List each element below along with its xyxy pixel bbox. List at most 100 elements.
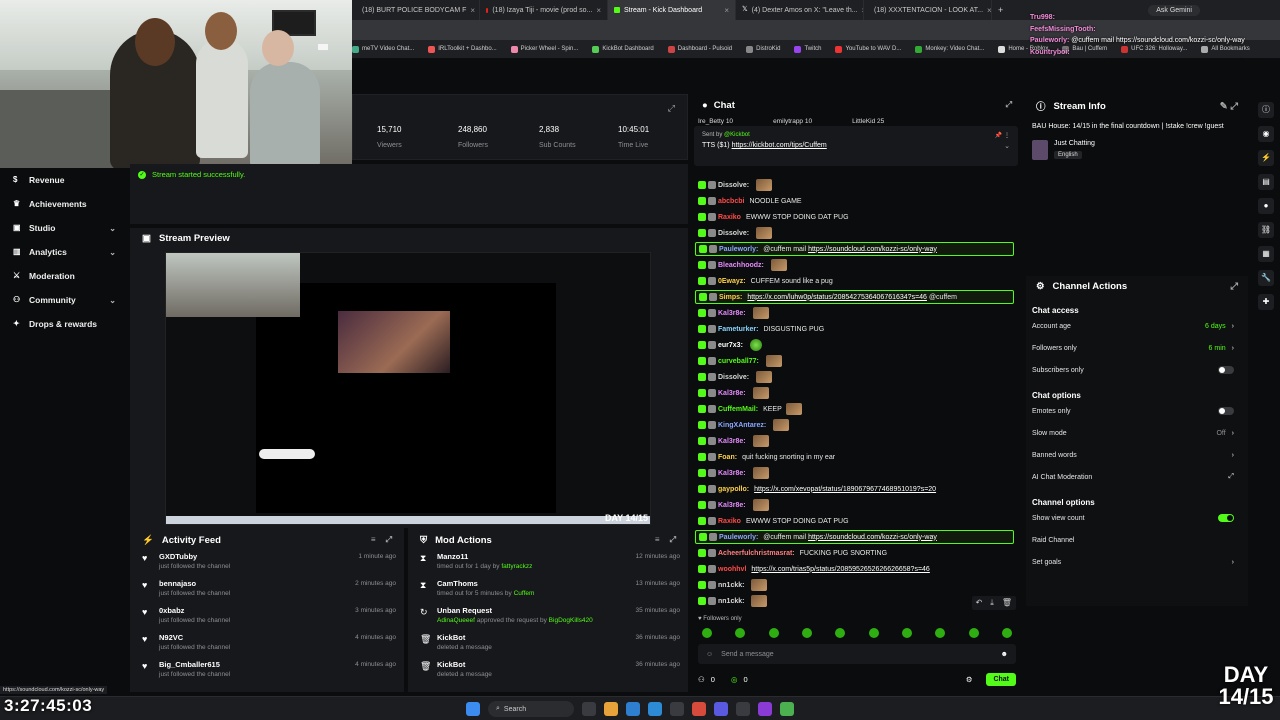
chat-icon[interactable]: ● (1258, 198, 1274, 214)
chat-username[interactable]: Kal3r8e: (718, 470, 746, 477)
chat-username[interactable]: gaypollo: (718, 486, 749, 493)
chat-message[interactable]: Dissolve: (698, 370, 1016, 384)
bookmark-item[interactable]: KickBot Dashboard (592, 45, 654, 53)
activity-username[interactable]: N92VC (159, 633, 347, 642)
popout-icon[interactable]: ⤢ (386, 535, 392, 545)
chat-message[interactable]: gaypollo: https://x.com/xevopat/status/18… (698, 482, 1016, 496)
chat-username[interactable]: Foan: (718, 454, 737, 461)
browser-tab[interactable]: (18) BURT POLICE BODYCAM F × (352, 0, 480, 20)
chat-link[interactable]: https://soundcloud.com/kozzi-sc/only-way (808, 534, 937, 541)
mod-action-target[interactable]: Manzo11 (437, 552, 628, 561)
chat-username[interactable]: nn1ckk: (718, 598, 744, 605)
chat-username[interactable]: Pauleworly: (719, 534, 758, 541)
activity-item[interactable]: ♥ N92VC just followed the channel 4 minutes… (130, 633, 404, 660)
close-icon[interactable]: × (596, 6, 601, 15)
setting-raid-channel[interactable]: Raid Channel (1026, 529, 1248, 551)
mod-action-item[interactable]: ↻ Unban Request AdinaQueeef approved the r… (408, 606, 688, 633)
activity-username[interactable]: bennajaso (159, 579, 347, 588)
chat-message[interactable]: Pauleworly: @cuffem mail https://soundclo… (695, 530, 1014, 544)
task-view-icon[interactable] (582, 702, 596, 716)
close-icon[interactable]: × (470, 6, 475, 15)
activity-username[interactable]: GXDTubby (159, 552, 350, 561)
chat-username[interactable]: 0Ewayz: (718, 278, 746, 285)
bookmark-item[interactable]: Monkey: Video Chat... (915, 45, 984, 53)
chat-username[interactable]: curveball77: (718, 358, 759, 365)
chat-message[interactable]: 0Ewayz: CUFFEM sound like a pug (698, 274, 1016, 288)
quick-emote[interactable] (801, 628, 812, 638)
chat-link[interactable]: https://x.com/xevopat/status/18906796774… (754, 486, 936, 493)
chat-message[interactable]: Foan: quit fucking snorting in my ear (698, 450, 1016, 464)
mod-action-actor[interactable]: fattyrackzz (501, 563, 532, 570)
chat-message[interactable]: Raxiko EWWW STOP DOING DAT PUG (698, 210, 1016, 224)
chat-username[interactable]: Dissolve: (718, 230, 749, 237)
smile-icon[interactable]: ☻ (1001, 651, 1008, 658)
chat-username[interactable]: abcbcbi (718, 198, 744, 205)
chat-link[interactable]: https://soundcloud.com/kozzi-sc/only-way (808, 246, 937, 253)
chat-message[interactable]: Kal3r8e: (698, 386, 1016, 400)
chat-message[interactable]: Kal3r8e: (698, 306, 1016, 320)
popout-icon[interactable]: ⤢ (670, 535, 676, 545)
edit-icon[interactable]: ✎ ⤢ (1220, 101, 1238, 112)
info-icon[interactable]: ⓘ (1258, 102, 1274, 118)
nav-item-revenue[interactable]: $ Revenue (0, 168, 130, 192)
bookmark-item[interactable]: Dashboard - Pulsoid (667, 45, 732, 53)
chat-username[interactable]: Pauleworly: (719, 246, 758, 253)
chat-username[interactable]: Simps: (719, 294, 742, 301)
browser-tab[interactable]: Stream - Kick Dashboard × (608, 0, 736, 20)
toggle-switch[interactable] (1218, 366, 1234, 374)
chat-username[interactable]: Kal3r8e: (718, 390, 746, 397)
mod-action-actor[interactable]: BigDogKills420 (549, 617, 593, 624)
browser-tab[interactable]: (18) Izaya Tiji - movie (prod so... × (480, 0, 608, 20)
top-user[interactable]: emilytrapp 10 (773, 118, 812, 125)
link-icon[interactable]: ⛓ (1258, 222, 1274, 238)
chat-message[interactable]: abcbcbi NOODLE GAME (698, 194, 1016, 208)
mod-action-actor[interactable]: AdinaQueeef (437, 617, 475, 624)
filter-icon[interactable]: ≡ (655, 535, 660, 545)
chrome-icon[interactable] (692, 702, 706, 716)
chat-message[interactable]: CuffemMail: KEEP (698, 402, 1016, 416)
browser-tab[interactable]: (18) XXXTENTACION - LOOK AT... × (864, 0, 992, 20)
app-icon[interactable] (670, 702, 684, 716)
camera-icon[interactable]: ◉ (1258, 126, 1274, 142)
mod-action-item[interactable]: ⧗ CamThoms timed out for 5 minutes by Cuff… (408, 579, 688, 606)
setting-account-age[interactable]: Account age 6 days › (1026, 315, 1248, 337)
pin-icon[interactable]: 📌 ⋮ (995, 132, 1010, 139)
toggle-switch[interactable] (1218, 407, 1234, 415)
chat-username[interactable]: Kal3r8e: (718, 438, 746, 445)
mod-action-actor[interactable]: Cuffem (514, 590, 535, 597)
chat-message[interactable]: Kal3r8e: (698, 498, 1016, 512)
nav-item-community[interactable]: ⚇ Community ⌄ (0, 288, 130, 312)
toggle-switch[interactable] (1218, 514, 1234, 522)
chat-link[interactable]: https://x.com/luhw0p/status/208542753640… (747, 294, 927, 301)
stream-preview-video[interactable]: DAY 14/15 (165, 252, 651, 525)
chat-message[interactable]: Raxiko EWWW STOP DOING DAT PUG (698, 514, 1016, 528)
chat-message[interactable]: Dissolve: (698, 178, 1016, 192)
chat-message[interactable]: Dissolve: (698, 226, 1016, 240)
chat-message[interactable]: eur7x3: (698, 338, 1016, 352)
chat-message[interactable]: Pauleworly: @cuffem mail https://soundclo… (695, 242, 1014, 256)
chat-message[interactable]: Kal3r8e: (698, 434, 1016, 448)
quick-emote[interactable] (768, 628, 779, 638)
taskbar-search[interactable]: ⌕ Search (488, 701, 574, 717)
chat-message[interactable]: nn1ckk: (698, 594, 1016, 608)
users-icon[interactable]: ⚇ (698, 675, 705, 684)
chat-username[interactable]: Kal3r8e: (718, 502, 746, 509)
quick-emote[interactable] (835, 628, 846, 638)
obs-icon[interactable] (736, 702, 750, 716)
chevron-down-icon[interactable]: ⌄ (1004, 142, 1010, 150)
coin-icon[interactable]: ◎ (731, 675, 738, 684)
chat-username[interactable]: eur7x3: (718, 342, 743, 349)
chat-send-button[interactable]: Chat (986, 672, 1016, 686)
activity-username[interactable]: Big_Cmballer615 (159, 660, 347, 669)
activity-item[interactable]: ♥ GXDTubby just followed the channel 1 minu… (130, 552, 404, 579)
chat-message[interactable]: Acheerfulchristmasrat: FUCKING PUG SNORTI… (698, 546, 1016, 560)
setting-subscribers-only[interactable]: Subscribers only (1026, 359, 1248, 381)
discord-icon[interactable] (714, 702, 728, 716)
bookmark-item[interactable]: YouTube to WAV D... (835, 45, 901, 53)
emoji-icon[interactable]: ☺ (706, 651, 713, 658)
file-explorer-icon[interactable] (604, 702, 618, 716)
quick-emote[interactable] (901, 628, 912, 638)
chat-username[interactable]: CuffemMail: (718, 406, 758, 413)
mod-action-target[interactable]: CamThoms (437, 579, 628, 588)
quick-emote[interactable] (935, 628, 946, 638)
